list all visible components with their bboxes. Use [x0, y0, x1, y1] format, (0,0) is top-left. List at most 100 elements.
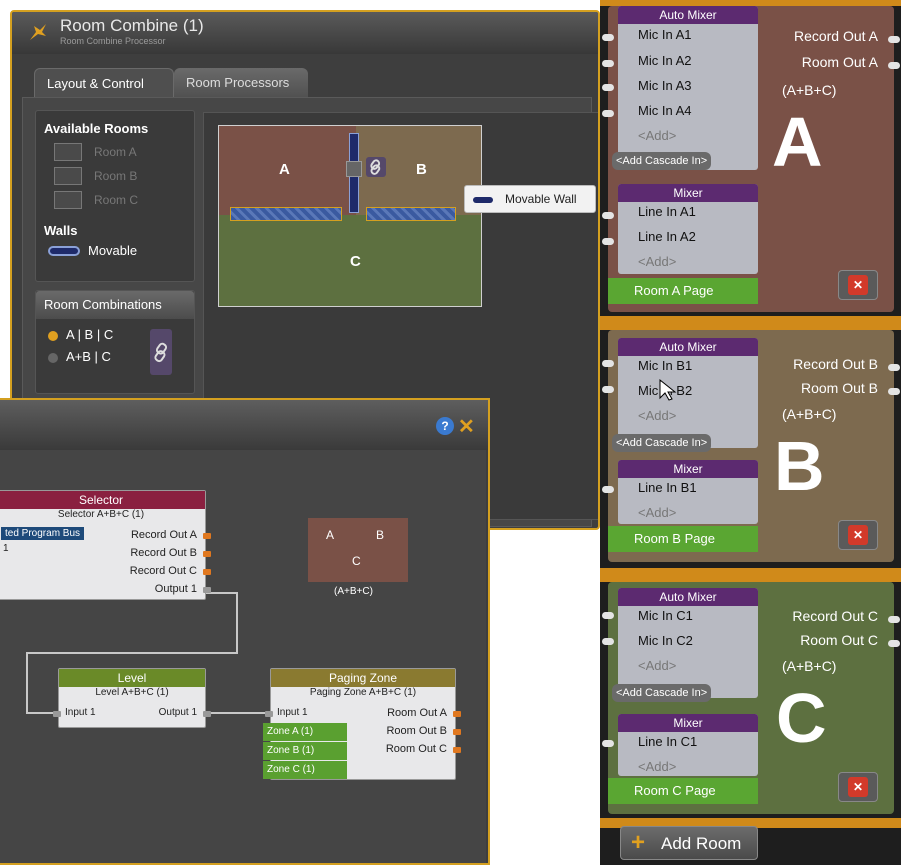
mixer-c[interactable]: Mixer Line In C1 <Add>	[618, 714, 758, 776]
zone-a-tag[interactable]: Zone A (1)	[263, 723, 347, 741]
auto-mixer-c[interactable]: Auto Mixer Mic In C1 Mic In C2 <Add> <Ad…	[612, 588, 758, 702]
output-port[interactable]	[888, 640, 900, 647]
movable-wall-icon[interactable]	[48, 246, 80, 256]
output-port[interactable]	[203, 711, 211, 717]
add-mic-b[interactable]: <Add>	[618, 403, 758, 428]
mic-a2[interactable]: Mic In A2	[618, 48, 758, 73]
room-b-page-button[interactable]: Room B Page	[608, 526, 758, 552]
room-a-page-button[interactable]: Room A Page	[608, 278, 758, 304]
tab-room-processors[interactable]: Room Processors	[174, 68, 308, 98]
mic-c1[interactable]: Mic In C1	[618, 606, 758, 628]
combo-option-1[interactable]: A+B | C	[66, 349, 111, 364]
window-subtitle: Room Combine Processor	[60, 36, 166, 46]
input-port[interactable]	[602, 212, 614, 219]
output-port[interactable]	[203, 569, 211, 575]
input-port[interactable]	[602, 638, 614, 645]
line-a2[interactable]: Line In A2	[618, 224, 758, 249]
mic-a1[interactable]: Mic In A1	[618, 24, 758, 48]
mic-a4[interactable]: Mic In A4	[618, 98, 758, 123]
output-port[interactable]	[203, 587, 211, 593]
processor-canvas[interactable]: Selector Selector A+B+C (1) ted Program …	[0, 450, 486, 863]
wall-segment-bc[interactable]	[366, 207, 456, 221]
window-titlebar[interactable]: Room Combine (1) Room Combine Processor	[12, 12, 598, 54]
wall-handle[interactable]	[346, 161, 362, 177]
output-port[interactable]	[453, 729, 461, 735]
output-port[interactable]	[888, 62, 900, 69]
add-line-c[interactable]: <Add>	[618, 754, 758, 779]
window-titlebar[interactable]: ? ✕	[0, 400, 488, 450]
close-icon[interactable]: ✕	[458, 414, 475, 439]
input-port[interactable]	[602, 34, 614, 41]
level-block[interactable]: Level Level A+B+C (1) Input 1 Output 1	[53, 668, 211, 728]
output-port[interactable]	[888, 616, 900, 623]
add-line-a[interactable]: <Add>	[618, 249, 758, 274]
input-port[interactable]	[602, 612, 614, 619]
output-port[interactable]	[453, 711, 461, 717]
tile-c: C	[352, 554, 361, 568]
delete-room-a-button[interactable]: ✕	[838, 270, 878, 300]
plus-icon: +	[631, 829, 646, 856]
line-a1[interactable]: Line In A1	[618, 202, 758, 224]
input-port[interactable]	[602, 386, 614, 393]
add-mic-c[interactable]: <Add>	[618, 653, 758, 678]
paging-zone-block[interactable]: Paging Zone Paging Zone A+B+C (1) Input …	[263, 668, 461, 780]
room-b-chip[interactable]	[54, 167, 82, 185]
zone-b-tag[interactable]: Zone B (1)	[263, 742, 347, 760]
room-combo-tile[interactable]: A B C	[308, 518, 408, 582]
link-toggle-ab[interactable]	[366, 157, 386, 177]
help-icon[interactable]: ?	[436, 417, 454, 435]
room-a-chip[interactable]	[54, 143, 82, 161]
input-port[interactable]	[265, 711, 273, 717]
input-port[interactable]	[602, 84, 614, 91]
mic-b2[interactable]: Mic In B2	[618, 378, 758, 403]
output-port[interactable]	[888, 388, 900, 395]
input-port[interactable]	[53, 711, 61, 717]
line-b1[interactable]: Line In B1	[618, 478, 758, 500]
auto-mixer-b[interactable]: Auto Mixer Mic In B1 Mic In B2 <Add> <Ad…	[612, 338, 758, 452]
input-port[interactable]	[602, 360, 614, 367]
mic-a3[interactable]: Mic In A3	[618, 73, 758, 98]
wall-segment-ac[interactable]	[230, 207, 342, 221]
output-port[interactable]	[203, 551, 211, 557]
delete-room-b-button[interactable]: ✕	[838, 520, 878, 550]
combo-c: (A+B+C)	[782, 658, 837, 674]
paging-title: Paging Zone	[271, 669, 455, 687]
room-c-page-button[interactable]: Room C Page	[608, 778, 758, 804]
mic-c2[interactable]: Mic In C2	[618, 628, 758, 653]
add-room-button[interactable]: + Add Room	[620, 826, 758, 860]
room-c-chip[interactable]	[54, 191, 82, 209]
zone-c-tag[interactable]: Zone C (1)	[263, 761, 347, 779]
input-port[interactable]	[602, 486, 614, 493]
input-port[interactable]	[602, 740, 614, 747]
input-port[interactable]	[602, 110, 614, 117]
room-out-b: Room Out B	[800, 380, 878, 396]
combo-radio-0[interactable]	[48, 331, 58, 341]
mixer-b[interactable]: Mixer Line In B1 <Add>	[618, 460, 758, 524]
output-port[interactable]	[203, 533, 211, 539]
add-cascade-a[interactable]: <Add Cascade In>	[612, 152, 712, 170]
program-bus-tag[interactable]: ted Program Bus	[1, 527, 85, 540]
mixer-a[interactable]: Mixer Line In A1 Line In A2 <Add>	[618, 184, 758, 274]
output-port[interactable]	[453, 747, 461, 753]
add-cascade-c[interactable]: <Add Cascade In>	[612, 684, 712, 702]
room-out-a: Room Out A	[801, 54, 878, 70]
add-mic-a[interactable]: <Add>	[618, 123, 758, 148]
combo-option-0[interactable]: A | B | C	[66, 327, 113, 342]
selector-block[interactable]: Selector Selector A+B+C (1) ted Program …	[0, 490, 211, 600]
selector-out-c: Record Out C	[129, 565, 197, 577]
output-port[interactable]	[888, 36, 900, 43]
tab-layout-control[interactable]: Layout & Control	[34, 68, 174, 98]
delete-room-c-button[interactable]: ✕	[838, 772, 878, 802]
line-c1[interactable]: Line In C1	[618, 732, 758, 754]
input-port[interactable]	[602, 238, 614, 245]
auto-mixer-a[interactable]: Auto Mixer Mic In A1 Mic In A2 Mic In A3…	[612, 6, 758, 170]
mic-b1[interactable]: Mic In B1	[618, 356, 758, 378]
link-toggle[interactable]	[150, 329, 172, 375]
input-port[interactable]	[602, 60, 614, 67]
add-cascade-b[interactable]: <Add Cascade In>	[612, 434, 712, 452]
wire	[206, 712, 270, 714]
combo-radio-1[interactable]	[48, 353, 58, 363]
mixer-heading: Mixer	[618, 714, 758, 732]
output-port[interactable]	[888, 364, 900, 371]
add-line-b[interactable]: <Add>	[618, 500, 758, 525]
